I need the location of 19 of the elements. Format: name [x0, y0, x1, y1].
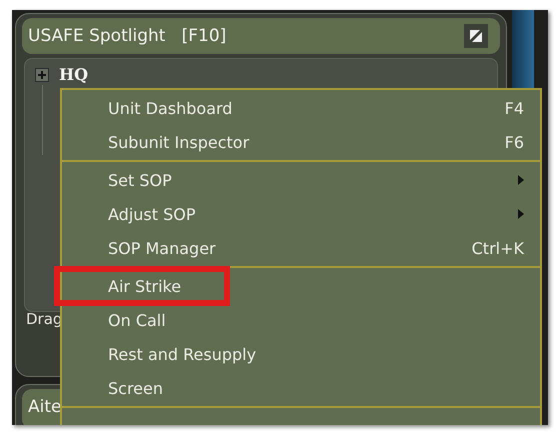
shortcut-label: F4: [504, 98, 524, 118]
expand-icon[interactable]: [35, 68, 49, 82]
menu-item[interactable]: Screen: [62, 371, 540, 405]
menu-item[interactable]: Set SOP: [62, 163, 540, 197]
menu-item[interactable]: Adjust SOP: [62, 197, 540, 231]
tree-line: [42, 85, 43, 155]
submenu-arrow-icon: [518, 209, 524, 219]
menu-item[interactable]: Rest and Resupply: [62, 337, 540, 371]
maximize-icon[interactable]: [464, 24, 488, 48]
panel-title: USAFE Spotlight [F10]: [28, 26, 226, 46]
submenu-arrow-icon: [518, 175, 524, 185]
menu-item[interactable]: Unit Dashboard F4: [62, 91, 540, 125]
menu-item[interactable]: On Call: [62, 303, 540, 337]
shortcut-label: Ctrl+K: [472, 238, 524, 258]
shortcut-label: F6: [504, 132, 524, 152]
tree-item[interactable]: HQ: [59, 65, 88, 84]
menu-item[interactable]: Subunit Inspector F6: [62, 125, 540, 159]
menu-item[interactable]: SOP Manager Ctrl+K: [62, 231, 540, 265]
menu-item[interactable]: Air Strike: [62, 269, 540, 303]
